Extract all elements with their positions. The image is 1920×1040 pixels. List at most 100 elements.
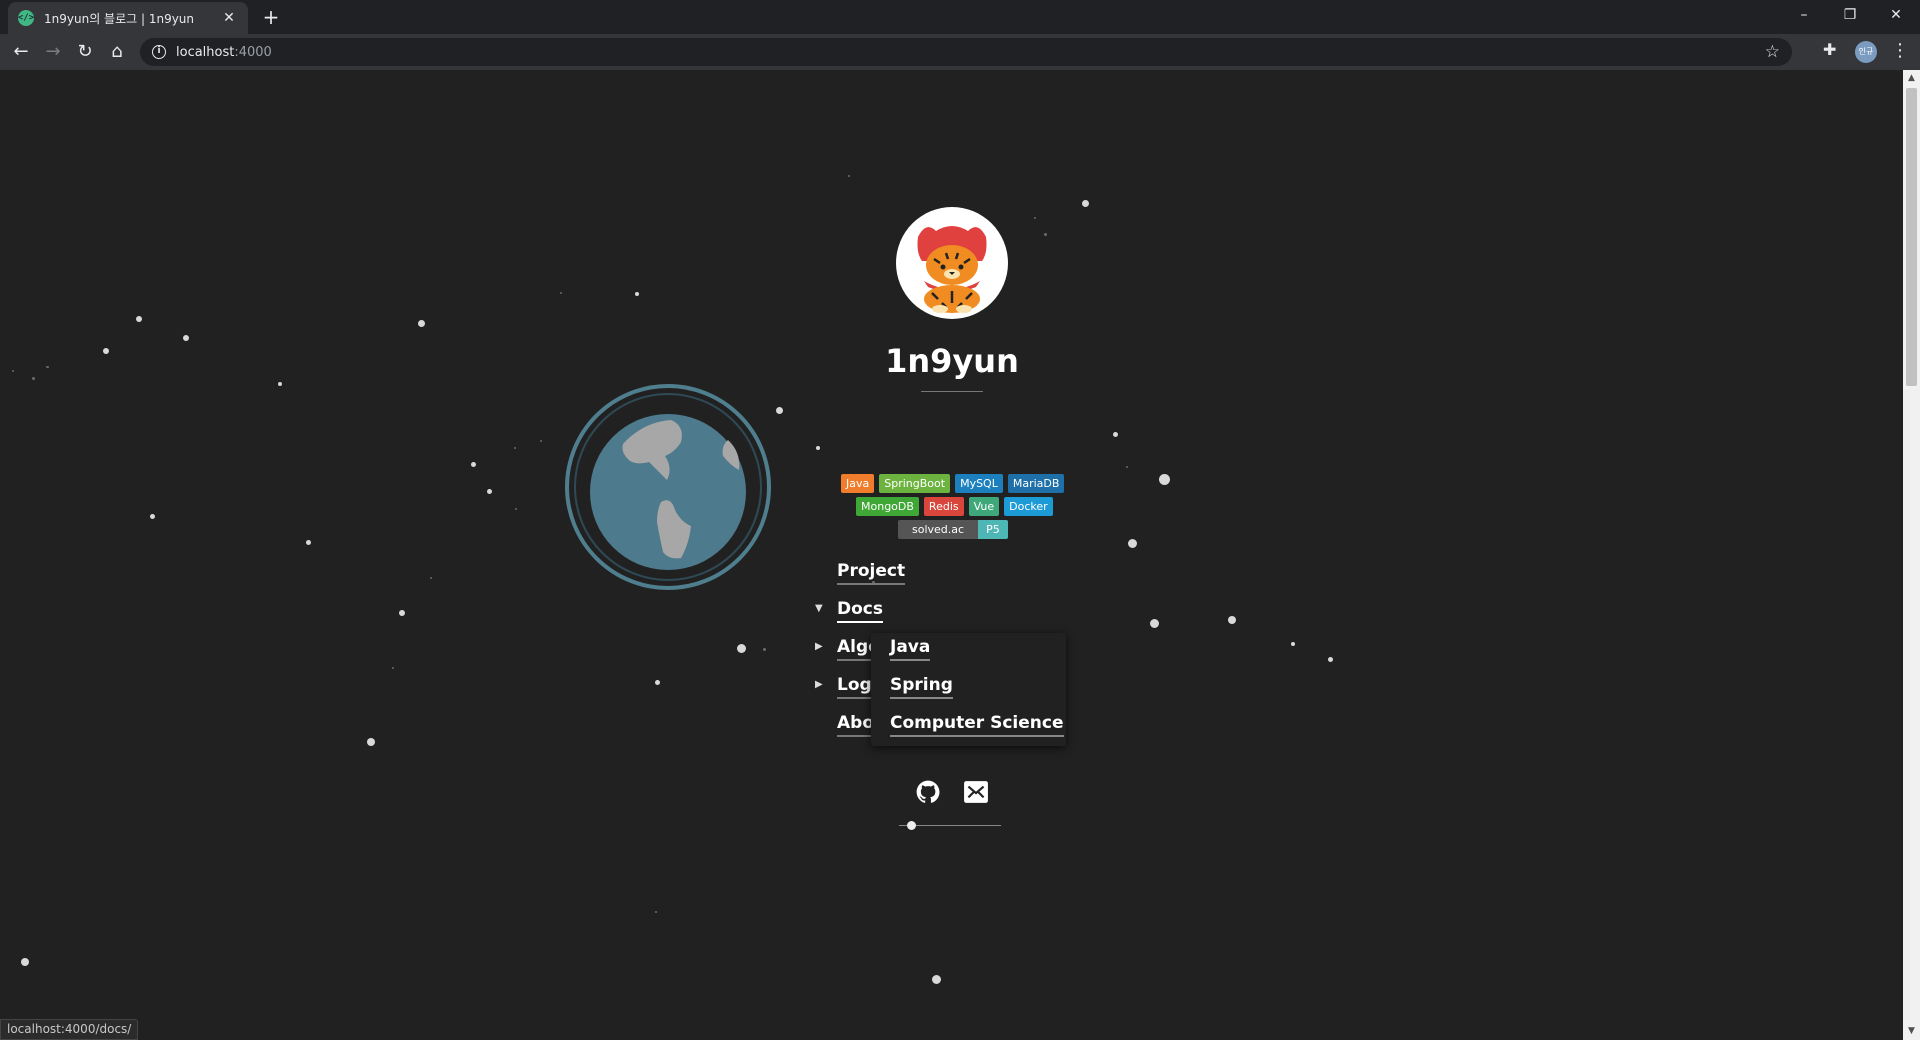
badge-docker: Docker bbox=[1004, 497, 1053, 516]
tab-close-icon[interactable]: ✕ bbox=[220, 10, 238, 26]
star-dot bbox=[46, 366, 48, 368]
vue-favicon-icon: </> bbox=[18, 10, 34, 26]
star-dot bbox=[931, 974, 941, 984]
star-dot bbox=[1081, 199, 1089, 207]
solved-ac-tier: P5 bbox=[978, 520, 1008, 539]
star-dot bbox=[430, 577, 432, 579]
restore-icon[interactable]: ❐ bbox=[1830, 4, 1870, 26]
docs-menu-java-label: Java bbox=[890, 637, 931, 661]
star-dot bbox=[1034, 217, 1036, 219]
solved-ac-badge[interactable]: solved.ac P5 bbox=[898, 520, 1008, 539]
tab-title: 1n9yun의 블로그 | 1n9yun bbox=[44, 11, 195, 26]
status-bar-url: localhost:4000/docs/ bbox=[0, 1019, 139, 1040]
star-dot bbox=[540, 440, 542, 442]
caret-right-icon[interactable]: ▶ bbox=[815, 679, 823, 690]
star-dot bbox=[1126, 466, 1128, 468]
star-dot bbox=[1043, 232, 1047, 236]
docs-dropdown-menu: Java Spring Computer Science bbox=[871, 633, 1066, 746]
profile-avatar[interactable]: 인규 bbox=[1855, 41, 1877, 63]
star-dot bbox=[278, 382, 282, 386]
docs-menu-computer-science[interactable]: Computer Science bbox=[890, 713, 1064, 737]
browser-toolbar: ← → ↻ ⌂ i localhost:4000 ☆ ✚ 인규 ⋮ bbox=[0, 34, 1920, 70]
star-dot bbox=[1158, 473, 1170, 485]
nav-log[interactable]: Log bbox=[837, 675, 872, 699]
badge-redis: Redis bbox=[923, 497, 964, 516]
star-dot bbox=[367, 738, 375, 746]
star-dot bbox=[762, 647, 766, 651]
caret-right-icon[interactable]: ▶ bbox=[815, 641, 823, 652]
window-close-icon[interactable]: ✕ bbox=[1876, 4, 1916, 26]
star-dot bbox=[417, 319, 425, 327]
back-icon[interactable]: ← bbox=[9, 40, 33, 64]
bookmark-star-icon[interactable]: ☆ bbox=[1765, 42, 1780, 62]
star-dot bbox=[1291, 642, 1295, 646]
star-dot bbox=[654, 679, 660, 685]
star-dot bbox=[470, 461, 476, 467]
scroll-up-arrow-icon[interactable]: ▲ bbox=[1903, 70, 1920, 87]
star-dot bbox=[1327, 656, 1333, 662]
tech-badges-row-1: Java SpringBoot MySQL MariaDB bbox=[841, 474, 1065, 493]
nav-project[interactable]: Project bbox=[837, 561, 906, 585]
star-dot bbox=[399, 610, 405, 616]
star-dot bbox=[1228, 616, 1236, 624]
caret-down-icon[interactable]: ▼ bbox=[815, 603, 823, 614]
github-icon[interactable] bbox=[915, 779, 941, 805]
extensions-puzzle-icon[interactable]: ✚ bbox=[1823, 40, 1836, 59]
star-dot bbox=[12, 370, 14, 372]
forward-icon[interactable]: → bbox=[41, 40, 65, 64]
star-dot bbox=[514, 447, 516, 449]
avatar[interactable] bbox=[896, 207, 1008, 319]
scroll-down-arrow-icon[interactable]: ▼ bbox=[1903, 1023, 1920, 1040]
docs-menu-java[interactable]: Java bbox=[890, 637, 931, 661]
site-info-icon[interactable]: i bbox=[152, 45, 166, 59]
star-dot bbox=[136, 316, 142, 322]
star-dot bbox=[560, 292, 562, 294]
star-dot bbox=[736, 643, 746, 653]
nav-docs[interactable]: Docs bbox=[837, 599, 883, 623]
browser-menu-icon[interactable]: ⋮ bbox=[1890, 40, 1910, 61]
nav-docs-label: Docs bbox=[837, 599, 883, 623]
badge-mysql: MySQL bbox=[955, 474, 1003, 493]
tech-badges-row-2: MongoDB Redis Vue Docker bbox=[856, 497, 1053, 516]
site-title[interactable]: 1n9yun bbox=[852, 342, 1052, 380]
badge-mariadb: MariaDB bbox=[1007, 474, 1065, 493]
docs-menu-spring-label: Spring bbox=[890, 675, 953, 699]
star-dot bbox=[635, 292, 639, 296]
star-dot bbox=[816, 446, 820, 450]
star-dot bbox=[103, 348, 109, 354]
star-dot bbox=[392, 667, 394, 669]
home-icon[interactable]: ⌂ bbox=[105, 40, 129, 64]
star-dot bbox=[775, 406, 783, 414]
scroll-thumb[interactable] bbox=[1906, 88, 1917, 386]
nav-log-label: Log bbox=[837, 675, 872, 699]
docs-menu-cs-label: Computer Science bbox=[890, 713, 1064, 737]
star-dot bbox=[1127, 538, 1137, 548]
page-scrollbar[interactable]: ▲ ▼ bbox=[1903, 70, 1920, 1040]
minimize-icon[interactable]: – bbox=[1784, 4, 1824, 26]
nav-project-label: Project bbox=[837, 561, 906, 585]
url-host: localhost bbox=[176, 44, 235, 60]
tiger-mascot-icon bbox=[917, 226, 987, 313]
tab-strip: </> 1n9yun의 블로그 | 1n9yun ✕ + – ❐ ✕ bbox=[0, 0, 1920, 34]
badge-java: Java bbox=[841, 474, 875, 493]
docs-menu-spring[interactable]: Spring bbox=[890, 675, 953, 699]
star-dot bbox=[305, 539, 311, 545]
reload-icon[interactable]: ↻ bbox=[73, 40, 97, 64]
address-bar[interactable]: i localhost:4000 ☆ bbox=[140, 38, 1792, 66]
star-dot bbox=[1112, 431, 1118, 437]
star-dot bbox=[149, 513, 155, 519]
badge-vue: Vue bbox=[968, 497, 1000, 516]
browser-tab[interactable]: </> 1n9yun의 블로그 | 1n9yun ✕ bbox=[8, 2, 248, 34]
star-dot bbox=[1149, 618, 1159, 628]
star-dot bbox=[486, 488, 492, 494]
title-divider bbox=[921, 391, 983, 392]
new-tab-icon[interactable]: + bbox=[259, 6, 283, 28]
url-port: :4000 bbox=[234, 44, 272, 60]
slider-knob[interactable] bbox=[907, 821, 916, 830]
badge-springboot: SpringBoot bbox=[879, 474, 951, 493]
star-dot bbox=[515, 508, 517, 510]
star-dot bbox=[848, 175, 850, 177]
solved-ac-label: solved.ac bbox=[898, 520, 979, 539]
badge-mongodb: MongoDB bbox=[856, 497, 919, 516]
mail-icon[interactable] bbox=[963, 779, 989, 805]
